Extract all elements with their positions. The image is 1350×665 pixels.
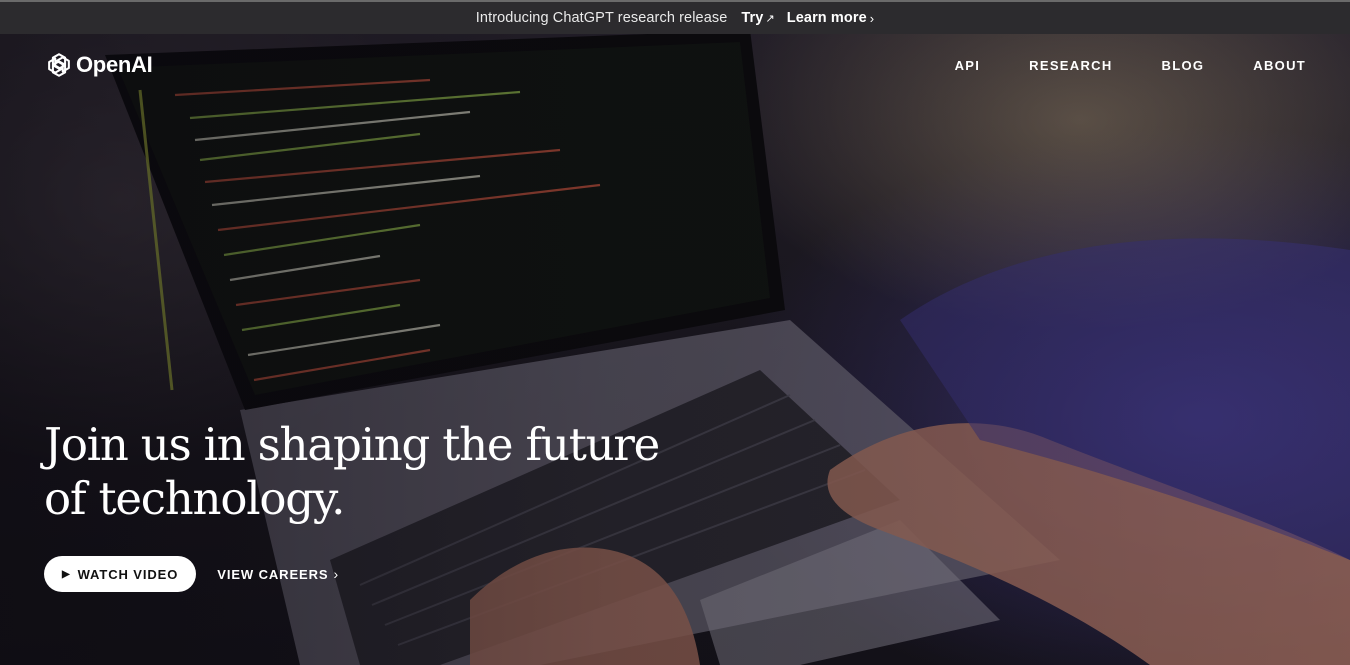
openai-logo-icon bbox=[48, 53, 70, 77]
nav-item-api[interactable]: API bbox=[955, 58, 981, 73]
watch-video-button[interactable]: ▶ WATCH VIDEO bbox=[44, 556, 197, 592]
openai-logo-link[interactable]: OpenAI bbox=[44, 50, 153, 80]
announcement-message: Introducing ChatGPT research release bbox=[475, 10, 728, 26]
hero-cta-row: ▶ WATCH VIDEO VIEW CAREERS › bbox=[44, 556, 339, 592]
nav-item-about[interactable]: ABOUT bbox=[1253, 58, 1306, 73]
page: Introducing ChatGPT research release Try… bbox=[0, 0, 1350, 665]
nav-item-blog[interactable]: BLOG bbox=[1162, 58, 1205, 73]
nav-links: API RESEARCH BLOG ABOUT bbox=[906, 58, 1306, 73]
brand-name: OpenAI bbox=[76, 52, 153, 77]
view-careers-link[interactable]: VIEW CAREERS › bbox=[217, 566, 339, 582]
try-label: Try bbox=[741, 10, 764, 26]
arrow-up-right-icon: ↗ bbox=[765, 12, 775, 25]
learn-more-label: Learn more bbox=[786, 10, 867, 26]
watch-video-label: WATCH VIDEO bbox=[77, 566, 179, 582]
view-careers-label: VIEW CAREERS bbox=[217, 566, 329, 582]
hero-headline: Join us in shaping the future of technol… bbox=[44, 418, 660, 525]
try-link[interactable]: Try ↗ bbox=[741, 10, 774, 26]
play-icon: ▶ bbox=[62, 568, 71, 580]
announcement-bar: Introducing ChatGPT research release Try… bbox=[0, 0, 1350, 34]
chevron-right-icon: › bbox=[869, 10, 875, 26]
main-nav: OpenAI API RESEARCH BLOG ABOUT bbox=[0, 34, 1350, 96]
chevron-right-icon: › bbox=[333, 566, 340, 582]
learn-more-link[interactable]: Learn more › bbox=[787, 10, 874, 26]
nav-item-research[interactable]: RESEARCH bbox=[1029, 58, 1112, 73]
